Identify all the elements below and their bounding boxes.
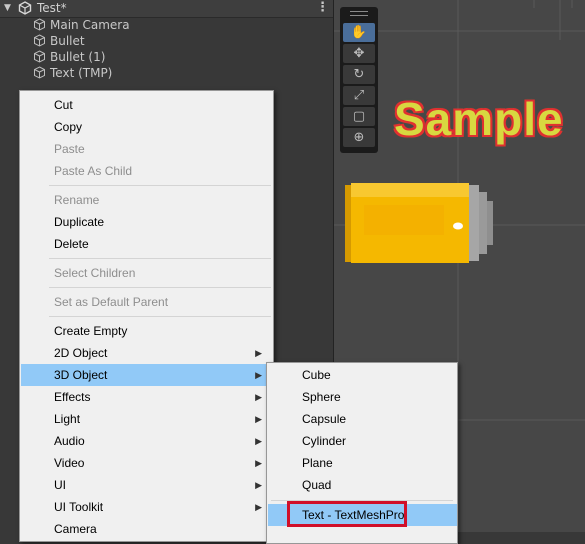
- menu-item-label: UI: [54, 478, 66, 492]
- chevron-right-icon: ▶: [255, 414, 262, 424]
- menu-separator: [49, 258, 271, 259]
- transform-tool-icon[interactable]: ⊕: [343, 128, 375, 147]
- menu-item-label: Cut: [54, 98, 73, 112]
- menu-item-label: Paste As Child: [54, 164, 133, 178]
- more-options-icon[interactable]: ⋮: [316, 0, 329, 15]
- menu-item-label: Sphere: [302, 390, 341, 404]
- menu-item-label: Create Empty: [54, 324, 128, 338]
- menu-item-delete[interactable]: Delete: [21, 233, 272, 255]
- menu-item-duplicate[interactable]: Duplicate: [21, 211, 272, 233]
- menu-item-label: Set as Default Parent: [54, 295, 169, 309]
- menu-item-label: Cylinder: [302, 434, 347, 448]
- menu-item-label: Light: [54, 412, 81, 426]
- menu-item-label: 2D Object: [54, 346, 108, 360]
- menu-item-3d-object[interactable]: 3D Object ▶: [21, 364, 272, 386]
- hierarchy-item-bullet-1[interactable]: Bullet (1): [33, 49, 105, 65]
- submenu-item-sphere[interactable]: Sphere: [268, 386, 457, 408]
- menu-item-rename: Rename: [21, 189, 272, 211]
- sample-text-object[interactable]: Sample: [394, 92, 564, 146]
- submenu-item-capsule[interactable]: Capsule: [268, 408, 457, 430]
- menu-separator: [49, 185, 271, 186]
- unity-scene-icon: [18, 1, 32, 15]
- menu-item-ui[interactable]: UI ▶: [21, 474, 272, 496]
- menu-item-label: Paste: [54, 142, 85, 156]
- menu-item-label: Video: [54, 456, 85, 470]
- rect-tool-icon[interactable]: ▢: [343, 107, 375, 126]
- menu-item-paste-as-child: Paste As Child: [21, 160, 272, 182]
- chevron-right-icon: ▶: [255, 480, 262, 490]
- menu-item-label: UI Toolkit: [54, 500, 104, 514]
- move-tool-icon[interactable]: ✥: [343, 44, 375, 63]
- menu-item-create-empty[interactable]: Create Empty: [21, 320, 272, 342]
- scene-title: Test*: [37, 1, 67, 15]
- hierarchy-item-label: Bullet: [50, 34, 85, 48]
- scene-header[interactable]: ▼ Test* ⋮: [0, 0, 333, 18]
- menu-item-paste: Paste: [21, 138, 272, 160]
- menu-item-label: Effects: [54, 390, 91, 404]
- menu-item-label: Camera: [54, 522, 97, 536]
- menu-separator: [49, 316, 271, 317]
- menu-separator: [49, 287, 271, 288]
- rotate-tool-icon[interactable]: ↻: [343, 65, 375, 84]
- menu-item-label: Quad: [302, 478, 332, 492]
- hand-tool-icon[interactable]: ✋: [343, 23, 375, 42]
- annotation-highlight-box: [287, 501, 407, 527]
- hierarchy-item-text-tmp[interactable]: Text (TMP): [33, 65, 112, 81]
- menu-item-label: Copy: [54, 120, 83, 134]
- hierarchy-item-main-camera[interactable]: Main Camera: [33, 17, 130, 33]
- menu-item-video[interactable]: Video ▶: [21, 452, 272, 474]
- scale-tool-icon[interactable]: ⤢: [343, 86, 375, 105]
- menu-item-label: Select Children: [54, 266, 136, 280]
- gameobject-cube-icon: [34, 18, 45, 31]
- menu-item-cut[interactable]: Cut: [21, 94, 272, 116]
- menu-item-ui-toolkit[interactable]: UI Toolkit ▶: [21, 496, 272, 518]
- hierarchy-item-label: Text (TMP): [50, 66, 113, 80]
- menu-item-light[interactable]: Light ▶: [21, 408, 272, 430]
- menu-item-label: Rename: [54, 193, 100, 207]
- menu-item-audio[interactable]: Audio ▶: [21, 430, 272, 452]
- context-menu: Cut Copy Paste Paste As Child Rename Dup…: [19, 90, 274, 542]
- chevron-right-icon: ▶: [255, 436, 262, 446]
- menu-item-label: 3D Object: [54, 368, 108, 382]
- hierarchy-item-bullet[interactable]: Bullet: [33, 33, 85, 49]
- menu-item-label: Delete: [54, 237, 89, 251]
- chevron-right-icon: ▶: [255, 458, 262, 468]
- submenu-item-plane[interactable]: Plane: [268, 452, 457, 474]
- menu-item-label: Cube: [302, 368, 331, 382]
- menu-item-copy[interactable]: Copy: [21, 116, 272, 138]
- chevron-right-icon: ▶: [255, 370, 262, 380]
- gameobject-cube-icon: [34, 50, 45, 63]
- menu-item-label: Capsule: [302, 412, 347, 426]
- submenu-item-cube[interactable]: Cube: [268, 364, 457, 386]
- gameobject-cube-icon: [34, 66, 45, 79]
- scene-toolbox: ✋ ✥ ↻ ⤢ ▢ ⊕: [340, 7, 378, 153]
- chevron-right-icon: ▶: [255, 348, 262, 358]
- menu-item-effects[interactable]: Effects ▶: [21, 386, 272, 408]
- hierarchy-item-label: Main Camera: [50, 18, 130, 32]
- chevron-right-icon: ▶: [255, 392, 262, 402]
- submenu-item-cylinder[interactable]: Cylinder: [268, 430, 457, 452]
- expand-arrow-icon[interactable]: ▼: [4, 3, 11, 13]
- hierarchy-item-label: Bullet (1): [50, 50, 106, 64]
- menu-item-2d-object[interactable]: 2D Object ▶: [21, 342, 272, 364]
- menu-item-set-default-parent: Set as Default Parent: [21, 291, 272, 313]
- submenu-item-quad[interactable]: Quad: [268, 474, 457, 496]
- menu-item-label: Duplicate: [54, 215, 105, 229]
- menu-item-camera[interactable]: Camera: [21, 518, 272, 540]
- chevron-right-icon: ▶: [255, 502, 262, 512]
- menu-item-label: Audio: [54, 434, 85, 448]
- gameobject-cube-icon: [34, 34, 45, 47]
- menu-item-select-children: Select Children: [21, 262, 272, 284]
- menu-item-label: Plane: [302, 456, 333, 470]
